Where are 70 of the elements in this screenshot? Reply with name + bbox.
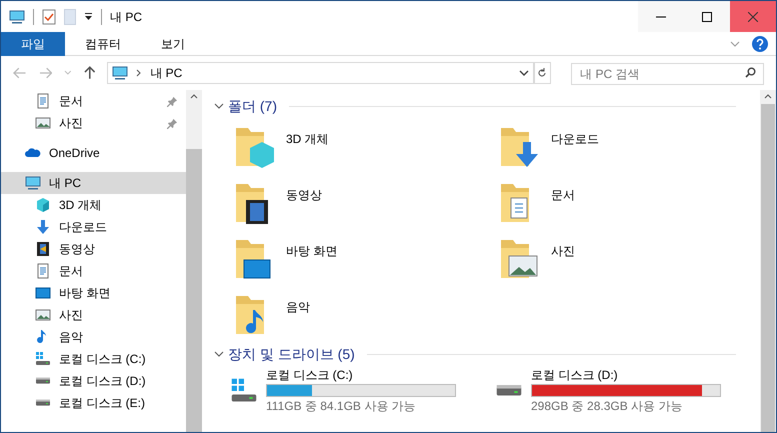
nav-item[interactable]: 음악 [1,326,186,348]
up-arrow-icon[interactable] [84,66,96,80]
nav-item[interactable]: 동영상 [1,238,186,260]
free-space-text: 111GB 중 84.1GB 사용 가능 [266,398,417,415]
refresh-button[interactable] [534,62,552,84]
scrollbar[interactable] [186,90,202,432]
nav-item[interactable]: 바탕 화면 [1,282,186,304]
search-icon [745,67,756,78]
scrollbar-thumb[interactable] [761,104,775,432]
scrollbar-thumb[interactable] [186,149,202,432]
document-icon [35,263,51,279]
chevron-icon[interactable] [214,101,224,111]
nav-item[interactable]: 문서 [1,90,186,112]
drive-name[interactable]: 로컬 디스크 (C:) [266,366,456,384]
drive-icon [230,376,258,404]
nav-item[interactable]: 다운로드 [1,216,186,238]
nav-item[interactable]: 사진 [1,112,186,134]
ribbon-tab[interactable]: 파일 [1,32,65,56]
refresh-icon [537,68,548,78]
drive-icon [35,399,51,407]
document-icon [35,93,51,109]
picture-icon [35,307,51,323]
pin-icon [167,118,178,128]
film-icon [35,241,51,257]
nav-item[interactable]: 문서 [1,260,186,282]
nav-item[interactable]: 로컬 디스크 (E:) [1,392,186,414]
folder-name[interactable]: 음악 [286,298,310,316]
monitor-icon [9,8,25,24]
folder-name[interactable]: 3D 개체 [286,130,329,148]
folder-name[interactable]: 사진 [551,242,575,260]
folder-name[interactable]: 동영상 [286,186,322,204]
checklist-icon[interactable] [42,8,56,24]
desktop-icon [35,285,51,301]
section-title: 폴더 (7) [228,96,277,116]
minimize-icon [656,16,666,18]
search-field[interactable]: 내 PC 검색 [571,63,764,85]
folder-name[interactable]: 문서 [551,186,575,204]
dropdown-arrow-icon[interactable] [84,12,93,21]
scrollbar[interactable] [760,90,776,432]
nav-item[interactable]: OneDrive [1,142,186,164]
picture-icon [35,115,51,131]
folder-name[interactable]: 바탕 화면 [286,242,338,260]
chevron-icon[interactable] [518,68,529,78]
nav-item[interactable]: 3D 개체 [1,194,186,216]
drive-icon [35,377,51,385]
down-arrow-icon [35,219,51,235]
nav-item[interactable]: 로컬 디스크 (C:) [1,348,186,370]
drive-name[interactable]: 로컬 디스크 (D:) [531,366,721,384]
folder-name[interactable]: 다운로드 [551,130,599,148]
close-icon [748,12,758,22]
pin-icon [167,96,178,106]
maximize-icon [702,12,712,22]
cube-icon [35,197,51,213]
ribbon-tab[interactable]: 보기 [141,32,205,56]
section-title: 장치 및 드라이브 (5) [228,344,355,364]
drive-icon [35,351,51,367]
monitor-icon [25,175,41,191]
address-bar[interactable]: 내 PC [107,62,534,84]
drive-icon [495,384,523,397]
monitor-icon [112,65,128,81]
chevron-icon[interactable] [214,349,224,359]
maximize-button[interactable] [684,1,730,32]
nav-item[interactable]: 내 PC [1,172,186,194]
nav-item[interactable]: 사진 [1,304,186,326]
ribbon-tab[interactable]: 컴퓨터 [65,32,141,56]
nav-item[interactable]: 로컬 디스크 (D:) [1,370,186,392]
window-title: 내 PC [110,8,142,26]
address-path: 내 PC [150,65,184,82]
free-space-text: 298GB 중 28.3GB 사용 가능 [531,398,684,415]
help-icon[interactable] [752,36,768,52]
